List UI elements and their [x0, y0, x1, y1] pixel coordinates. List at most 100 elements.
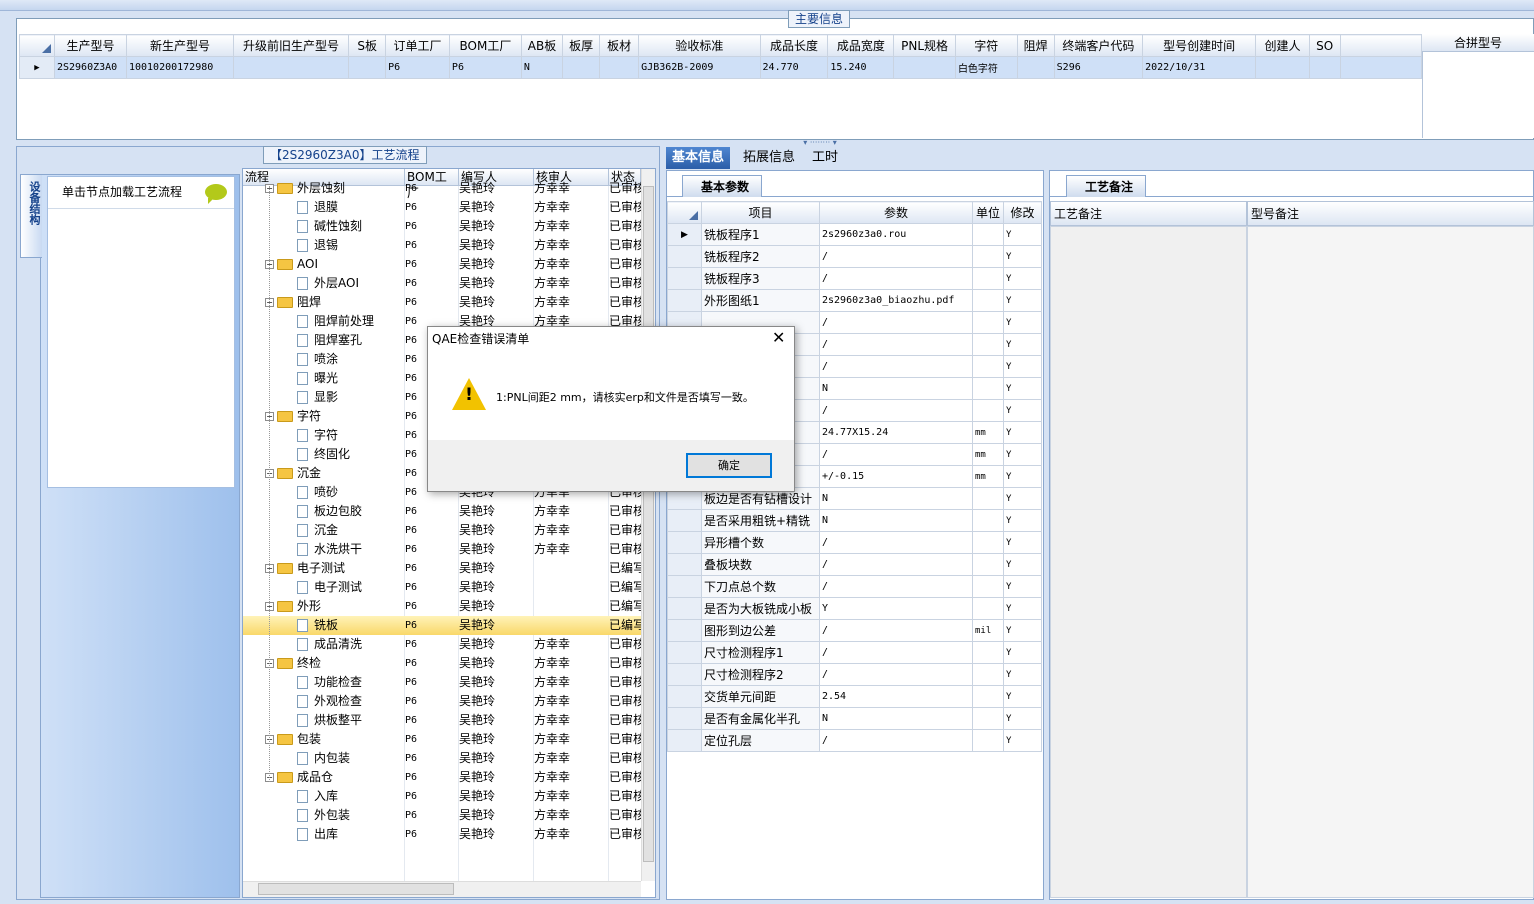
tree-row[interactable]: 内包装 P6 吴艳玲 方幸幸 已审核 [243, 749, 641, 768]
main-col-11[interactable]: 成品宽度 [827, 34, 895, 57]
param-value[interactable]: Y [819, 597, 973, 620]
main-col-3[interactable]: S板 [348, 34, 387, 57]
row-header[interactable] [667, 707, 702, 730]
row-header[interactable] [667, 289, 702, 312]
row-header[interactable] [667, 245, 702, 268]
main-col-18[interactable]: SO [1308, 34, 1341, 57]
row-header[interactable] [667, 531, 702, 554]
main-col-7[interactable]: 板厚 [562, 34, 601, 57]
param-item[interactable]: 图形到边公差 [701, 619, 820, 642]
tree-row[interactable]: − 阻焊 P6 吴艳玲 方幸幸 已审核 [243, 293, 641, 312]
row-header[interactable] [667, 729, 702, 752]
param-item[interactable]: 铣板程序3 [701, 267, 820, 290]
param-item[interactable]: 尺寸检测程序2 [701, 663, 820, 686]
param-item[interactable]: 下刀点总个数 [701, 575, 820, 598]
tree-row[interactable]: 水洗烘干 P6 吴艳玲 方幸幸 已审核 [243, 540, 641, 559]
param-value[interactable]: N [819, 487, 973, 510]
close-icon[interactable]: ✕ [772, 330, 785, 346]
tree-row[interactable]: 外包装 P6 吴艳玲 方幸幸 已审核 [243, 806, 641, 825]
main-col-0[interactable]: 生产型号 [53, 34, 127, 57]
param-row[interactable]: 铣板程序2/ Y [667, 245, 1042, 268]
tree-vscroll-thumb[interactable] [643, 186, 654, 862]
side-tab-device-structure[interactable]: 设备结构 [20, 174, 42, 258]
param-modify[interactable]: Y [1003, 707, 1042, 730]
param-unit[interactable] [972, 311, 1004, 334]
param-modify[interactable]: Y [1003, 245, 1042, 268]
param-unit[interactable] [972, 553, 1004, 576]
grid-corner[interactable] [19, 34, 55, 57]
param-modify[interactable]: Y [1003, 597, 1042, 620]
tree-row[interactable]: − 成品仓 P6 吴艳玲 方幸幸 已审核 [243, 768, 641, 787]
param-modify[interactable]: Y [1003, 487, 1042, 510]
tree-row[interactable]: 入库 P6 吴艳玲 方幸幸 已审核 [243, 787, 641, 806]
main-col-12[interactable]: PNL规格 [893, 34, 956, 57]
param-unit[interactable] [972, 729, 1004, 752]
param-row[interactable]: 外形图纸1 2s2960z3a0_biaozhu.pdf Y [667, 289, 1042, 312]
param-modify[interactable]: Y [1003, 685, 1042, 708]
subtab-process-remarks[interactable]: 工艺备注 [1066, 175, 1147, 197]
main-cell-12[interactable] [893, 56, 956, 79]
param-grid-corner[interactable] [667, 201, 702, 224]
param-modify[interactable]: Y [1003, 465, 1042, 488]
param-row[interactable]: 尺寸检测程序2/ Y [667, 663, 1042, 686]
row-header[interactable] [667, 575, 702, 598]
tree-row[interactable]: 电子测试 P6 吴艳玲 已编写 [243, 578, 641, 597]
param-unit[interactable] [972, 245, 1004, 268]
param-row[interactable]: 图形到边公差 / mil Y [667, 619, 1042, 642]
param-value[interactable]: / [819, 355, 973, 378]
param-item[interactable]: 是否采用粗铣+精铣 [701, 509, 820, 532]
param-value[interactable]: / [819, 729, 973, 752]
tree-hscroll-thumb[interactable] [258, 883, 454, 895]
param-row[interactable]: 是否有金属化半孔 N Y [667, 707, 1042, 730]
tree-row[interactable]: − 外层蚀刻 P6 吴艳玲 方幸幸 已审核 [243, 179, 641, 198]
tree-row[interactable]: 外观检查 P6 吴艳玲 方幸幸 已审核 [243, 692, 641, 711]
main-col-4[interactable]: 订单工厂 [385, 34, 450, 57]
param-modify[interactable]: Y [1003, 333, 1042, 356]
param-value[interactable]: / [819, 553, 973, 576]
param-modify[interactable]: Y [1003, 399, 1042, 422]
tab-basic-info[interactable]: 基本信息 [666, 147, 731, 169]
tree-row[interactable]: − AOI P6 吴艳玲 方幸幸 已审核 [243, 255, 641, 274]
main-cell-16[interactable]: 2022/10/31 [1142, 56, 1257, 79]
param-value[interactable]: / [819, 399, 973, 422]
main-cell-0[interactable]: 2S2960Z3A0 [53, 56, 127, 79]
main-cell-7[interactable] [562, 56, 601, 79]
main-cell-3[interactable] [348, 56, 387, 79]
param-row[interactable]: 定位孔层 / Y [667, 729, 1042, 752]
main-cell-14[interactable] [1016, 56, 1055, 79]
param-value[interactable]: N [819, 707, 973, 730]
param-value[interactable]: / [819, 267, 973, 290]
row-header[interactable] [667, 663, 702, 686]
param-unit[interactable]: mil [972, 619, 1004, 642]
tree-row[interactable]: − 电子测试 P6 吴艳玲 已编写 [243, 559, 641, 578]
param-item[interactable]: 铣板程序2 [701, 245, 820, 268]
param-value[interactable]: +/-0.15 [819, 465, 973, 488]
tree-row[interactable]: 成品清洗 P6 吴艳玲 方幸幸 已审核 [243, 635, 641, 654]
param-row[interactable]: 尺寸检测程序1/ Y [667, 641, 1042, 664]
tree-row[interactable]: 沉金 P6 吴艳玲 方幸幸 已审核 [243, 521, 641, 540]
param-unit[interactable]: mm [972, 421, 1004, 444]
param-modify[interactable]: Y [1003, 531, 1042, 554]
tree-row[interactable]: − 终检 P6 吴艳玲 方幸幸 已审核 [243, 654, 641, 673]
process-remark-field[interactable] [1050, 226, 1247, 898]
param-item[interactable]: 是否有金属化半孔 [701, 707, 820, 730]
param-modify[interactable]: Y [1003, 553, 1042, 576]
model-remark-field[interactable] [1247, 226, 1534, 898]
table-row[interactable]: ▶ 2S2960Z3A0 10010200172980 P6 P6 N GJB362B-20… [19, 56, 1423, 79]
comment-bubble-icon[interactable] [205, 184, 227, 204]
param-value[interactable]: / [819, 641, 973, 664]
main-col-10[interactable]: 成品长度 [759, 34, 829, 57]
tree-row[interactable]: 外层AOI P6 吴艳玲 方幸幸 已审核 [243, 274, 641, 293]
param-col-item[interactable]: 项目 [701, 201, 820, 224]
param-modify[interactable]: Y [1003, 509, 1042, 532]
main-col-8[interactable]: 板材 [599, 34, 640, 57]
tree-row[interactable]: − 包装 P6 吴艳玲 方幸幸 已审核 [243, 730, 641, 749]
param-value[interactable]: N [819, 509, 973, 532]
row-header[interactable] [667, 267, 702, 290]
param-value[interactable]: 2s2960z3a0_biaozhu.pdf [819, 289, 973, 312]
main-cell-18[interactable] [1308, 56, 1341, 79]
param-unit[interactable] [972, 531, 1004, 554]
param-item[interactable]: 叠板块数 [701, 553, 820, 576]
param-unit[interactable] [972, 377, 1004, 400]
tree-row[interactable]: 退锡 P6 吴艳玲 方幸幸 已审核 [243, 236, 641, 255]
